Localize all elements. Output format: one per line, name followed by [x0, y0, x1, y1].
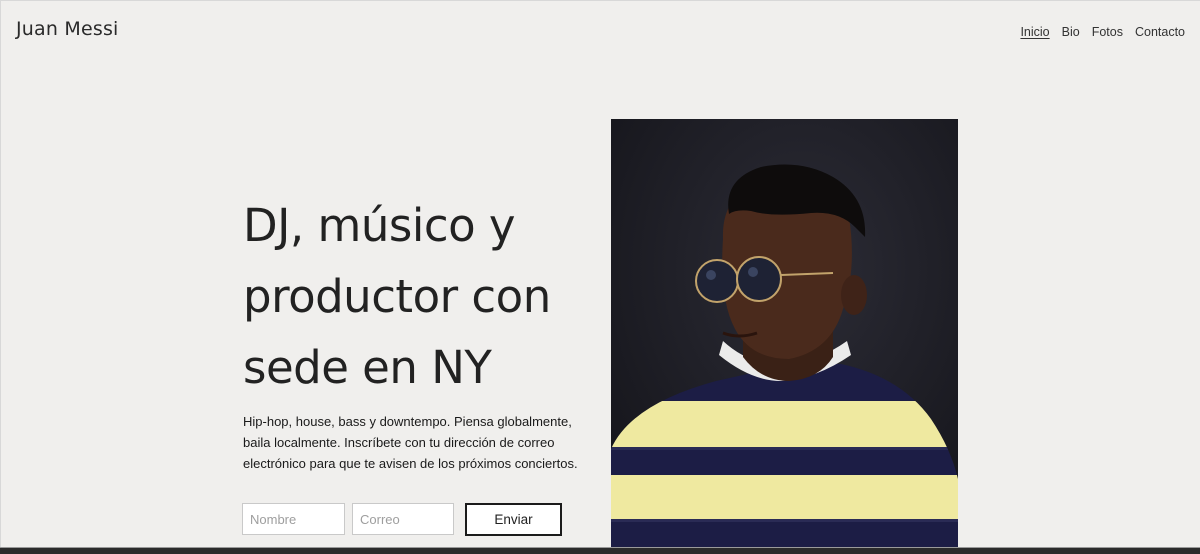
portrait-illustration	[611, 119, 958, 548]
hero-description: Hip-hop, house, bass y downtempo. Piensa…	[243, 414, 578, 471]
hero-photo	[611, 119, 958, 548]
newsletter-form: Enviar	[242, 503, 562, 536]
nav-item-fotos[interactable]: Fotos	[1092, 25, 1123, 39]
site-title[interactable]: Juan Messi	[16, 18, 119, 40]
nav-item-bio[interactable]: Bio	[1062, 25, 1080, 39]
window-top-border	[0, 0, 1200, 1]
submit-button[interactable]: Enviar	[465, 503, 562, 536]
window-left-border	[0, 0, 1, 554]
email-input[interactable]	[352, 503, 454, 535]
nav-item-contacto[interactable]: Contacto	[1135, 25, 1185, 39]
nav-item-inicio[interactable]: Inicio	[1020, 25, 1049, 39]
name-input[interactable]	[242, 503, 345, 535]
main-nav: Inicio Bio Fotos Contacto	[1020, 25, 1185, 39]
hero-headline: DJ, músico y productor con sede en NY	[243, 199, 551, 394]
window-bottom-border	[0, 548, 1200, 554]
ear	[841, 275, 867, 315]
